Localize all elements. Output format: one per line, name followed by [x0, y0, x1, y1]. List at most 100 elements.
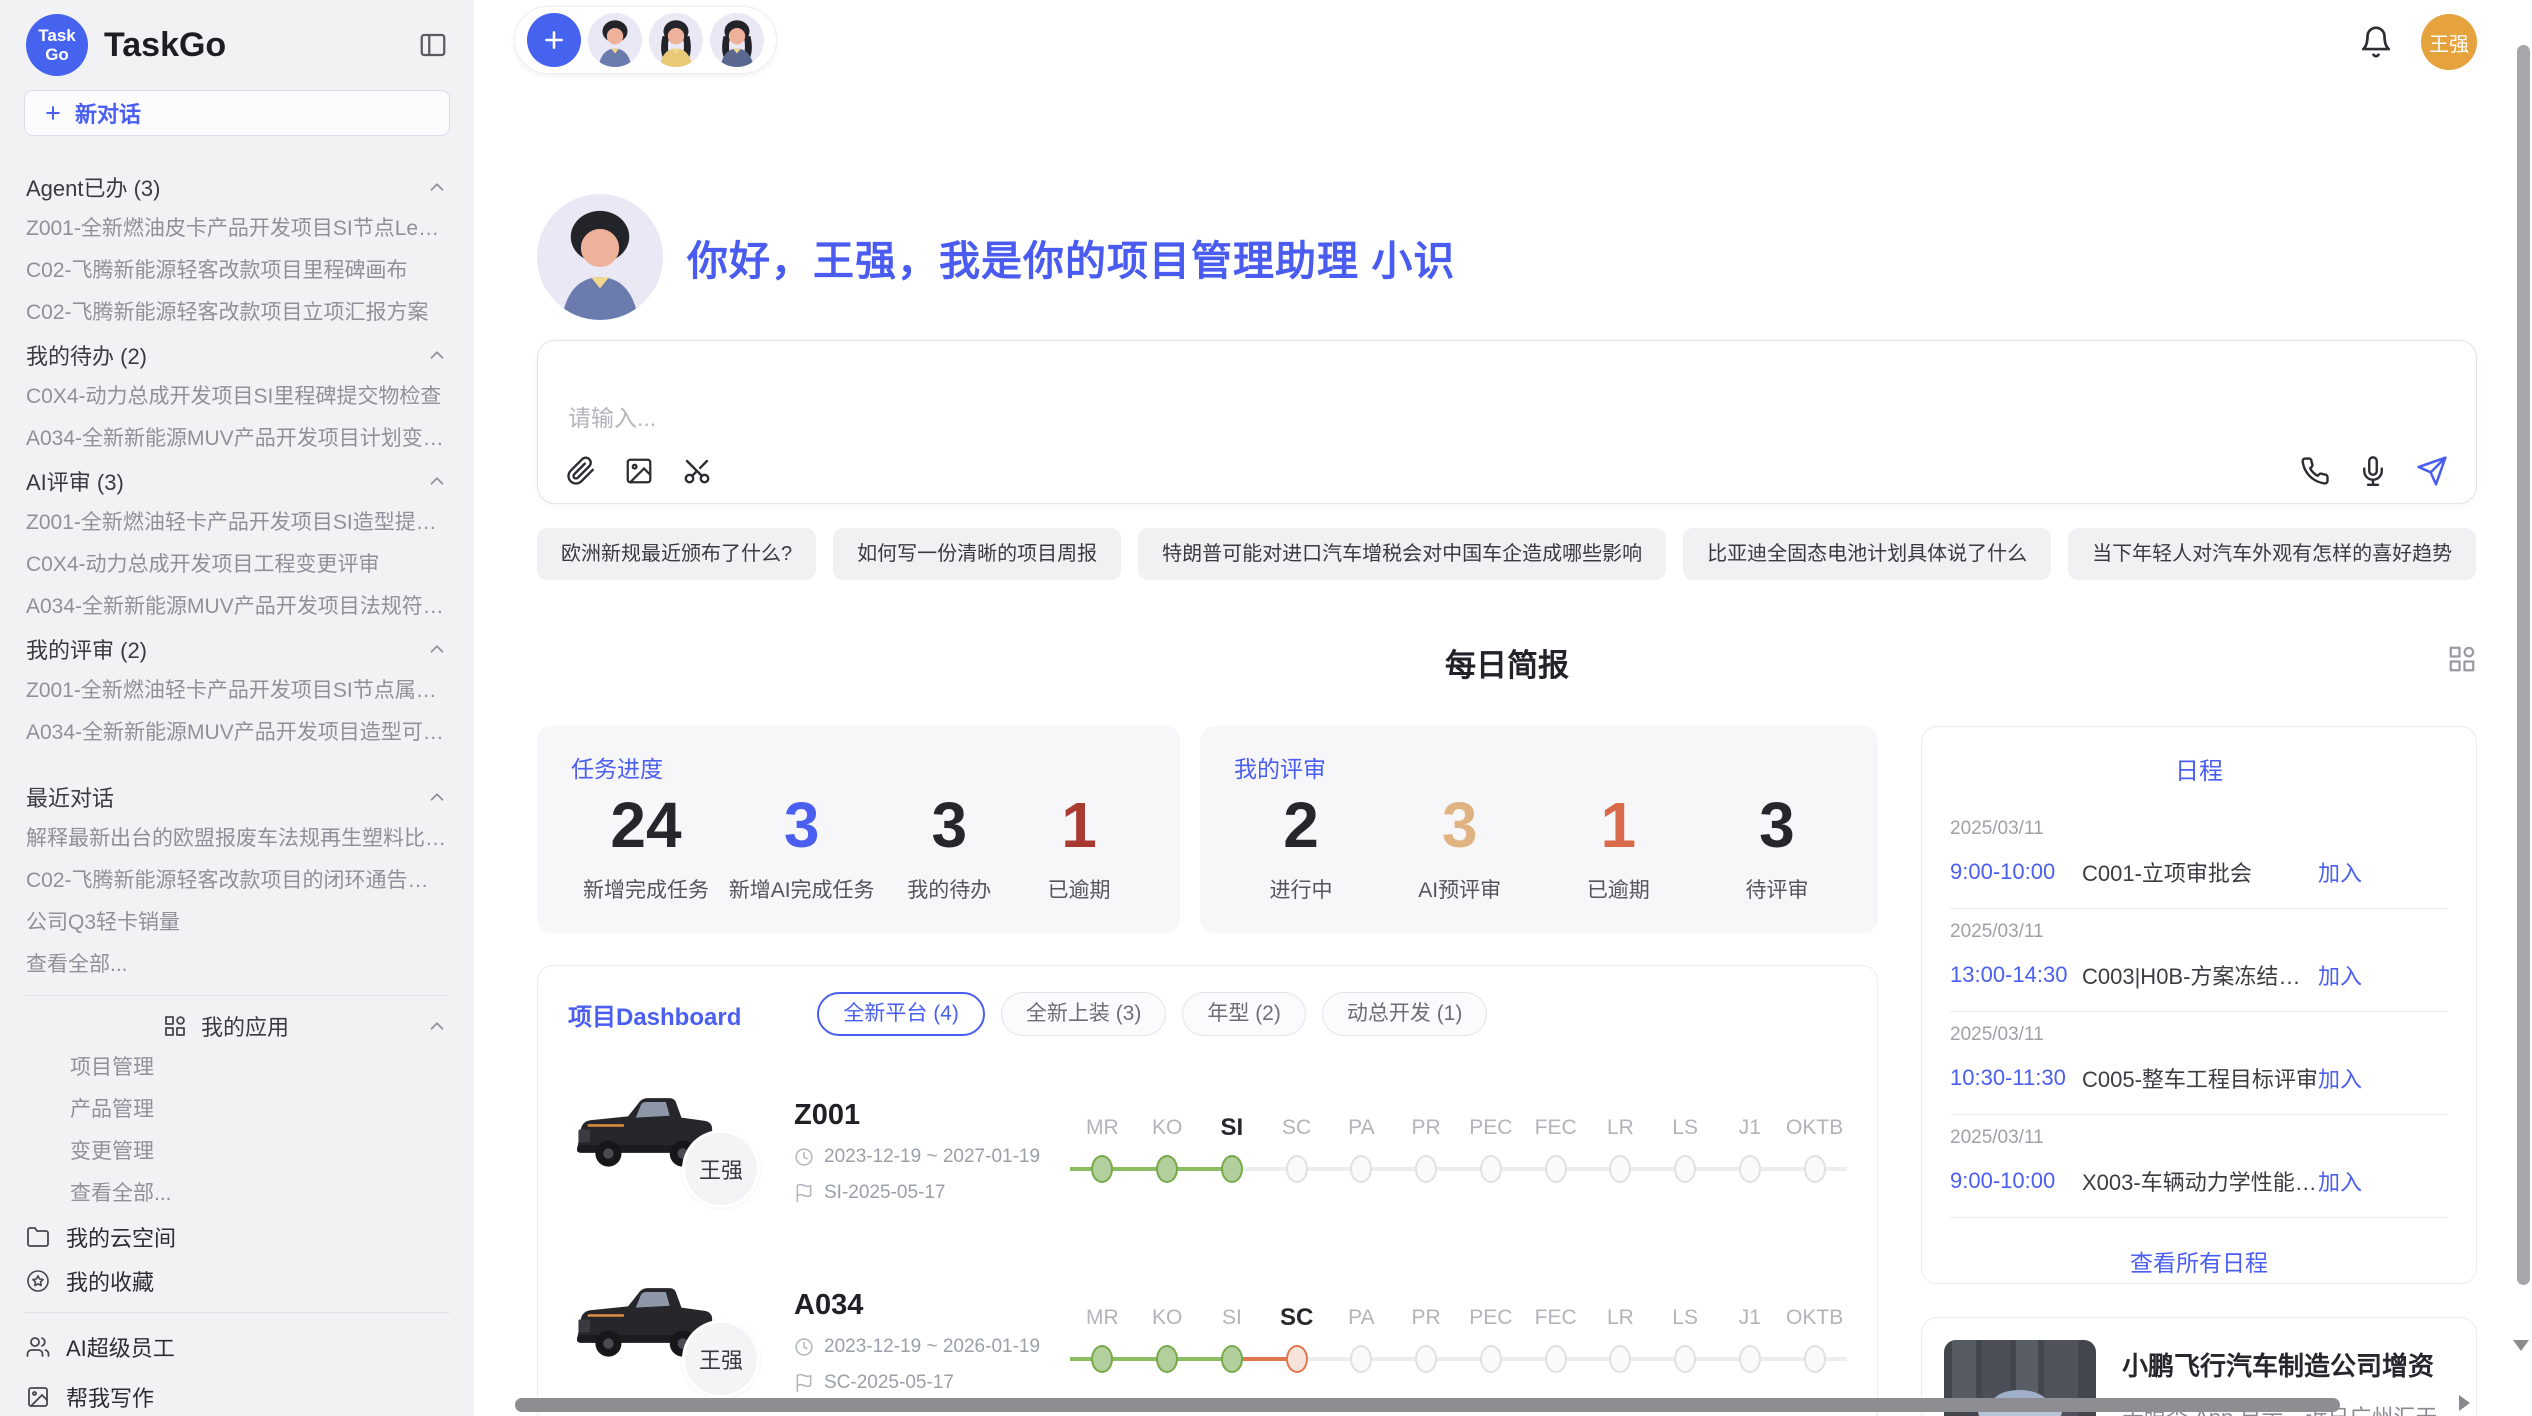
stat: 24新增完成任务	[583, 790, 709, 904]
sidebar-app-item[interactable]: 产品管理	[16, 1089, 458, 1131]
milestone: LR	[1588, 1113, 1653, 1189]
milestone-label: PR	[1394, 1303, 1459, 1339]
join-event-link[interactable]: 加入	[2318, 959, 2362, 991]
right-column: 日程 2025/03/11 9:00-10:00 C001-立项审批会 加入 2…	[1921, 726, 2477, 1416]
sidebar-item[interactable]: A034-全新新能源MUV产品开发项目计划变更表编写	[16, 418, 458, 460]
view-all-schedule-link[interactable]: 查看所有日程	[1950, 1218, 2448, 1282]
project-dashboard-card: 项目Dashboard 全新平台 (4)全新上装 (3)年型 (2)动总开发 (…	[537, 965, 1878, 1416]
sidebar-item[interactable]: C0X4-动力总成开发项目SI里程碑提交物检查	[16, 376, 458, 418]
milestone-dot	[1350, 1155, 1372, 1183]
sidebar-item[interactable]: Z001-全新燃油轻卡产品开发项目SI造型提交物评审	[16, 502, 458, 544]
sidebar-section-header[interactable]: 我的评审 (2)	[16, 628, 458, 670]
session-avatar[interactable]	[649, 13, 703, 67]
dashboard-tab[interactable]: 动总开发 (1)	[1322, 992, 1488, 1036]
layout-grid-icon[interactable]	[2447, 644, 2477, 674]
send-icon[interactable]	[2416, 455, 2448, 487]
session-avatar[interactable]	[710, 13, 764, 67]
stat: 3待评审	[1722, 790, 1832, 904]
sidebar-section-header[interactable]: 最近对话	[16, 776, 458, 818]
milestone-dot	[1480, 1155, 1502, 1183]
suggestion-chip[interactable]: 比亚迪全固态电池计划具体说了什么	[1683, 528, 2051, 580]
my-apps-header[interactable]: 我的应用	[16, 1005, 458, 1047]
stat-value: 3	[729, 790, 875, 860]
milestone-label: SI	[1200, 1303, 1265, 1339]
sidebar-item[interactable]: A034-全新新能源MUV产品开发项目造型可行性评审	[16, 712, 458, 754]
scissors-icon[interactable]	[682, 456, 712, 486]
sidebar-item[interactable]: C02-飞腾新能源轻客改款项目里程碑画布	[16, 250, 458, 292]
sidebar-app-item[interactable]: 查看全部...	[16, 1173, 458, 1215]
image-upload-icon[interactable]	[624, 456, 654, 486]
add-session-button[interactable]	[527, 13, 581, 67]
sidebar-tool-label: 帮我写作	[66, 1381, 154, 1413]
milestone: PEC	[1459, 1113, 1524, 1189]
sidebar-app-item[interactable]: 变更管理	[16, 1131, 458, 1173]
chevron-up-icon	[426, 638, 448, 660]
sidebar-tool[interactable]: AI超级员工	[16, 1322, 458, 1372]
horizontal-scrollbar[interactable]	[515, 1398, 2340, 1412]
sidebar-link[interactable]: 我的收藏	[16, 1259, 458, 1303]
stat-card: 任务进度24新增完成任务3新增AI完成任务3我的待办1已逾期	[537, 726, 1180, 933]
sidebar-item[interactable]: A034-全新新能源MUV产品开发项目法规符合性评审	[16, 586, 458, 628]
notification-bell-icon[interactable]	[2359, 25, 2393, 59]
sidebar-tool[interactable]: 帮我写作	[16, 1372, 458, 1416]
project-row[interactable]: 王强 Z001 2023-12-19 ~ 2027-01-19 SI-2025-…	[568, 1076, 1847, 1226]
milestone-label: PEC	[1459, 1113, 1524, 1149]
event-name: C005-整车工程目标评审	[2082, 1062, 2318, 1094]
sidebar-item[interactable]: C02-飞腾新能源轻客改款项目的闭环通告反馈情况	[16, 860, 458, 902]
sidebar-section-header[interactable]: AI评审 (3)	[16, 460, 458, 502]
suggestion-chip[interactable]: 特朗普可能对进口汽车增税会对中国车企造成哪些影响	[1138, 528, 1666, 580]
sidebar-section-header[interactable]: 我的待办 (2)	[16, 334, 458, 376]
event-name: C003|H0B-方案冻结评审	[2082, 959, 2318, 991]
sidebar: Task Go TaskGo 新对话 Agent已办 (3)Z001-全新燃油皮…	[0, 0, 474, 1416]
join-event-link[interactable]: 加入	[2318, 856, 2362, 888]
phone-call-icon[interactable]	[2300, 456, 2330, 486]
suggestion-chip[interactable]: 如何写一份清晰的项目周报	[833, 528, 1121, 580]
project-owner-badge: 王强	[682, 1320, 760, 1398]
dashboard-tab[interactable]: 年型 (2)	[1182, 992, 1306, 1036]
milestone-dot	[1415, 1345, 1437, 1373]
stat: 1已逾期	[1563, 790, 1673, 904]
join-event-link[interactable]: 加入	[2318, 1062, 2362, 1094]
dashboard-tab[interactable]: 全新上装 (3)	[1001, 992, 1167, 1036]
user-avatar[interactable]: 王强	[2421, 14, 2477, 70]
suggestion-chip[interactable]: 欧洲新规最近颁布了什么?	[537, 528, 816, 580]
sidebar-item[interactable]: 解释最新出台的欧盟报废车法规再生塑料比例被调至15%...	[16, 818, 458, 860]
suggestion-chip[interactable]: 当下年轻人对汽车外观有怎样的喜好趋势	[2068, 528, 2476, 580]
microphone-icon[interactable]	[2358, 456, 2388, 486]
sidebar-item[interactable]: C02-飞腾新能源轻客改款项目立项汇报方案	[16, 292, 458, 334]
session-avatar[interactable]	[588, 13, 642, 67]
milestone-label: OKTB	[1782, 1303, 1847, 1339]
sidebar-item[interactable]: 查看全部...	[16, 944, 458, 986]
sidebar-section-header[interactable]: Agent已办 (3)	[16, 166, 458, 208]
sidebar-item[interactable]: Z001-全新燃油轻卡产品开发项目SI节点属性5D文件评审	[16, 670, 458, 712]
scroll-right-arrow[interactable]	[2459, 1395, 2470, 1411]
sidebar-item[interactable]: C0X4-动力总成开发项目工程变更评审	[16, 544, 458, 586]
sidebar-item[interactable]: 公司Q3轻卡销量	[16, 902, 458, 944]
event-date: 2025/03/11	[1950, 818, 2362, 840]
sidebar-app-item[interactable]: 项目管理	[16, 1047, 458, 1089]
new-chat-button[interactable]: 新对话	[24, 90, 450, 136]
vertical-scrollbar[interactable]	[2517, 45, 2530, 1285]
milestone: PA	[1329, 1303, 1394, 1379]
milestone: J1	[1718, 1303, 1783, 1379]
chat-input-box[interactable]: 请输入...	[537, 340, 2477, 504]
chevron-up-icon	[426, 786, 448, 808]
project-row[interactable]: 王强 A034 2023-12-19 ~ 2026-01-19 SC-2025-…	[568, 1266, 1847, 1416]
join-event-link[interactable]: 加入	[2318, 1165, 2362, 1197]
collapse-sidebar-icon[interactable]	[418, 30, 448, 60]
milestone-label: KO	[1135, 1113, 1200, 1149]
dashboard-tab[interactable]: 全新平台 (4)	[817, 992, 985, 1036]
section-title: 最近对话	[26, 781, 114, 813]
attachment-icon[interactable]	[566, 456, 596, 486]
milestone-label: LR	[1588, 1113, 1653, 1149]
event-name: C001-立项审批会	[2082, 856, 2318, 888]
stat-value: 3	[894, 790, 1004, 860]
milestone: SI	[1200, 1303, 1265, 1379]
section-title: AI评审 (3)	[26, 465, 124, 497]
chevron-up-icon	[426, 470, 448, 492]
milestone-dot	[1739, 1345, 1761, 1373]
scroll-down-arrow[interactable]	[2513, 1340, 2529, 1351]
sidebar-link[interactable]: 我的云空间	[16, 1215, 458, 1259]
stat: 3新增AI完成任务	[729, 790, 875, 904]
sidebar-item[interactable]: Z001-全新燃油皮卡产品开发项目SI节点Lesson Learn报告	[16, 208, 458, 250]
